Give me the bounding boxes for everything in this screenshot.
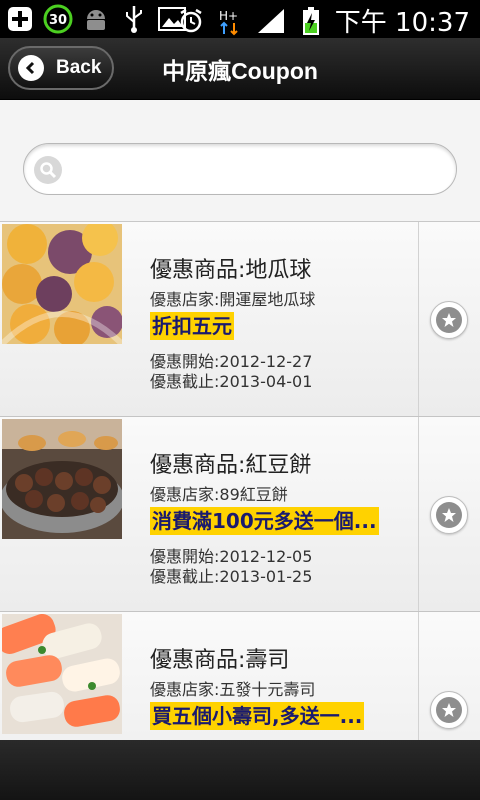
product-name: 優惠商品:紅豆餅 [150, 453, 312, 478]
coupon-info: 優惠商品:紅豆餅 優惠店家:89紅豆餅 消費滿100元多送一個... 優惠開始:… [150, 447, 410, 586]
usb-icon [118, 3, 150, 35]
battery-icon [295, 5, 327, 37]
status-bar: 30 H+ 下午 10:37 [0, 0, 480, 38]
start-date: 優惠開始:2012-12-05 [150, 547, 313, 566]
network-type-icon: H+ [215, 5, 247, 37]
counter-badge-icon: 30 [42, 3, 74, 35]
signal-icon [255, 5, 287, 37]
android-icon [80, 3, 112, 35]
deal-text: 買五個小壽司,多送一... [150, 702, 365, 730]
bottom-bar [0, 740, 480, 800]
red-bean-cakes-image [2, 419, 122, 539]
star-icon [436, 697, 462, 723]
divider [418, 222, 419, 416]
favorite-button[interactable] [430, 496, 468, 534]
deal-text: 消費滿100元多送一個... [150, 507, 379, 535]
title-bar: Back 中原瘋Coupon [0, 38, 480, 100]
end-date: 優惠截止:2013-01-25 [150, 567, 313, 586]
search-icon [34, 156, 62, 184]
shop-name: 優惠店家:89紅豆餅 [150, 485, 288, 504]
shop-name: 優惠店家:開運屋地瓜球 [150, 290, 316, 309]
divider [418, 417, 419, 611]
list-item[interactable]: 優惠商品:地瓜球 優惠店家:開運屋地瓜球 折扣五元 優惠開始:2012-12-2… [0, 222, 480, 417]
network-type-text: H+ [219, 9, 238, 23]
shop-name: 優惠店家:五發十元壽司 [150, 680, 316, 699]
end-date: 優惠截止:2013-04-01 [150, 372, 313, 391]
favorite-button[interactable] [430, 691, 468, 729]
start-date: 優惠開始:2012-12-27 [150, 352, 313, 371]
clock-text: 下午 10:37 [334, 8, 470, 38]
favorite-button[interactable] [430, 301, 468, 339]
sweet-potato-balls-image [2, 224, 122, 344]
add-icon [4, 3, 36, 35]
sushi-image [2, 614, 122, 734]
coupon-list: 優惠商品:地瓜球 優惠店家:開運屋地瓜球 折扣五元 優惠開始:2012-12-2… [0, 222, 480, 800]
product-name: 優惠商品:壽司 [150, 648, 290, 673]
search-area [0, 100, 480, 222]
system-icons: H+ 下午 10:37 [175, 2, 470, 39]
alarm-icon [175, 5, 207, 37]
list-item[interactable]: 優惠商品:紅豆餅 優惠店家:89紅豆餅 消費滿100元多送一個... 優惠開始:… [0, 417, 480, 612]
notification-icons: 30 [4, 3, 188, 35]
star-icon [436, 502, 462, 528]
search-box[interactable] [23, 143, 457, 195]
page-title: 中原瘋Coupon [162, 58, 318, 84]
coupon-info: 優惠商品:地瓜球 優惠店家:開運屋地瓜球 折扣五元 優惠開始:2012-12-2… [150, 252, 410, 391]
product-name: 優惠商品:地瓜球 [150, 258, 312, 283]
deal-text: 折扣五元 [150, 312, 234, 340]
search-input[interactable] [70, 152, 440, 186]
star-icon [436, 307, 462, 333]
counter-badge-text: 30 [49, 13, 67, 28]
